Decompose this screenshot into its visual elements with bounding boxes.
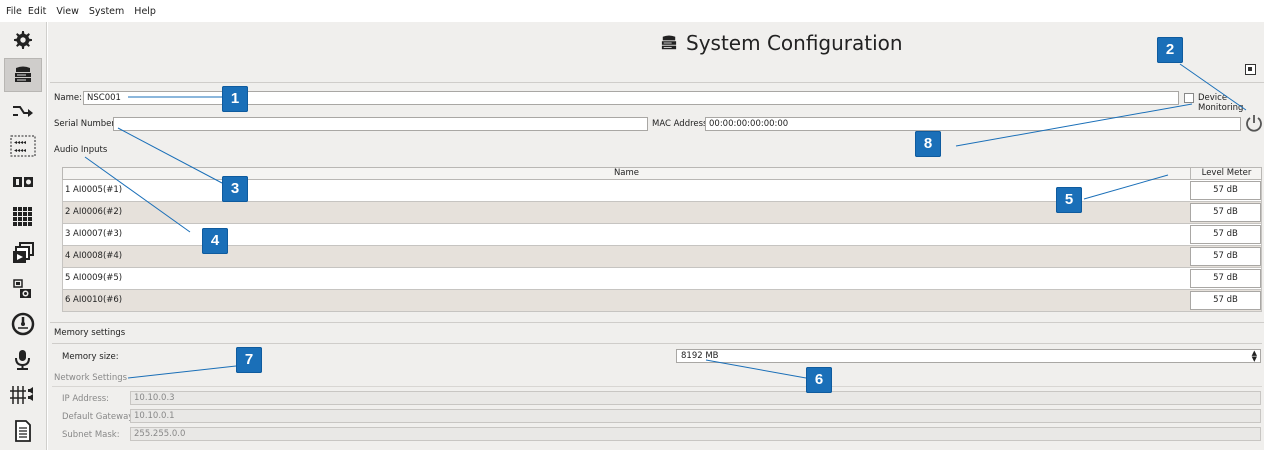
level-meter: 57 dB: [1190, 291, 1261, 310]
callout-8: 8: [915, 131, 941, 157]
default-gateway-field[interactable]: 10.10.0.1: [130, 409, 1261, 423]
table-row[interactable]: 5 AI0009(#5) 57 dB: [62, 268, 1262, 290]
ip-address-field[interactable]: 10.10.0.3: [130, 391, 1261, 405]
page-title: System Configuration: [660, 31, 903, 55]
row-number: 1: [65, 185, 71, 195]
menu-system[interactable]: System: [89, 6, 124, 17]
callout-7: 7: [236, 347, 262, 373]
route-arrow-icon: [13, 106, 33, 117]
column-header-level-meter[interactable]: Level Meter: [1190, 168, 1262, 179]
document-icon: [15, 420, 31, 442]
io-icon: [13, 177, 33, 187]
restore-window-icon[interactable]: [1245, 64, 1256, 75]
server-icon: [15, 66, 31, 82]
menu-edit[interactable]: Edit: [28, 6, 46, 17]
sidebar-item-media[interactable]: [4, 236, 42, 270]
callout-2: 2: [1157, 37, 1183, 63]
sidebar-item-settings[interactable]: [4, 23, 42, 57]
table-row[interactable]: 2 AI0006(#2) 57 dB: [62, 202, 1262, 224]
sidebar-item-matrix[interactable]: [4, 200, 42, 234]
gear-icon: [14, 31, 32, 49]
sidebar-item-audio[interactable]: ◂◂◂◂ ◂◂◂◂: [4, 129, 42, 163]
page-title-text: System Configuration: [686, 31, 903, 55]
row-name: AI0010(#6): [73, 295, 123, 305]
level-meter: 57 dB: [1190, 269, 1261, 288]
name-label: Name:: [54, 93, 82, 103]
table-row[interactable]: 3 AI0007(#3) 57 dB: [62, 224, 1262, 246]
spinbox-arrows-icon[interactable]: ▲ ▼: [1252, 350, 1257, 363]
audio-channels-icon: ◂◂◂◂ ◂◂◂◂: [10, 135, 36, 157]
row-name: AI0005(#1): [73, 185, 123, 195]
network-divider: [52, 386, 1262, 387]
table-row[interactable]: 6 AI0010(#6) 57 dB: [62, 290, 1262, 312]
serial-number-label: Serial Number:: [54, 119, 118, 129]
server-icon: [661, 35, 677, 50]
sidebar-item-mixer[interactable]: [4, 378, 42, 412]
menu-view[interactable]: View: [56, 6, 79, 17]
row-number: 6: [65, 295, 71, 305]
level-meter: 57 dB: [1190, 247, 1261, 266]
scheduler-icon: [13, 279, 31, 298]
menu-help[interactable]: Help: [134, 6, 156, 17]
memory-size-label: Memory size:: [62, 352, 119, 362]
gauge-icon: [11, 312, 35, 336]
title-area: System Configuration: [48, 22, 1264, 76]
mac-address-field[interactable]: 00:00:00:00:00:00: [705, 117, 1241, 131]
row-number: 4: [65, 251, 71, 261]
row-number: 2: [65, 207, 71, 217]
row-name: AI0008(#4): [73, 251, 123, 261]
svg-text:◂◂◂◂: ◂◂◂◂: [14, 139, 26, 146]
subnet-mask-field[interactable]: 255.255.0.0: [130, 427, 1261, 441]
row-name: AI0009(#5): [73, 273, 123, 283]
callout-4: 4: [202, 228, 228, 254]
callout-3: 3: [222, 176, 248, 202]
callout-1: 1: [222, 86, 248, 112]
memory-divider: [50, 322, 1264, 323]
mixer-icon: [10, 386, 33, 404]
row-number: 5: [65, 273, 71, 283]
svg-text:◂◂◂◂: ◂◂◂◂: [14, 147, 26, 154]
sidebar-item-routing[interactable]: [4, 94, 42, 128]
subnet-mask-label: Subnet Mask:: [62, 430, 120, 440]
row-name: AI0006(#2): [73, 207, 123, 217]
memory-settings-title: Memory settings: [54, 328, 126, 338]
callout-5: 5: [1056, 187, 1082, 213]
level-meter: 57 dB: [1190, 203, 1261, 222]
level-meter: 57 dB: [1190, 181, 1261, 200]
sidebar-item-io[interactable]: [4, 165, 42, 199]
row-number: 3: [65, 229, 71, 239]
memory-divider-2: [52, 343, 1262, 344]
power-icon[interactable]: [1244, 113, 1264, 133]
sidebar-item-microphone[interactable]: [4, 343, 42, 377]
sidebar-item-system[interactable]: [4, 58, 42, 92]
media-player-icon: [13, 242, 34, 263]
sidebar: ◂◂◂◂ ◂◂◂◂: [0, 22, 47, 450]
matrix-grid-icon: [13, 207, 32, 226]
menu-file[interactable]: File: [6, 6, 22, 17]
network-settings-title: Network Settings: [54, 373, 128, 383]
microphone-icon: [15, 350, 30, 370]
callout-6: 6: [806, 367, 832, 393]
sidebar-item-log[interactable]: [4, 414, 42, 448]
audio-inputs-title: Audio Inputs: [54, 145, 108, 155]
device-monitoring-checkbox[interactable]: [1184, 93, 1194, 103]
menu-bar: File Edit View System Help: [0, 0, 1264, 22]
default-gateway-label: Default Gateway:: [62, 412, 136, 422]
ip-address-label: IP Address:: [62, 394, 110, 404]
memory-size-spinbox[interactable]: 8192 MB ▲ ▼: [676, 349, 1261, 363]
table-row[interactable]: 4 AI0008(#4) 57 dB: [62, 246, 1262, 268]
mac-address-label: MAC Address:: [652, 119, 711, 129]
sidebar-item-gauge[interactable]: [4, 307, 42, 341]
device-monitoring-label: Device Monitoring: [1198, 93, 1244, 113]
level-meter: 57 dB: [1190, 225, 1261, 244]
row-name: AI0007(#3): [73, 229, 123, 239]
memory-size-value: 8192 MB: [681, 351, 719, 361]
serial-number-field[interactable]: [113, 117, 648, 131]
sidebar-item-scheduler[interactable]: [4, 272, 42, 306]
